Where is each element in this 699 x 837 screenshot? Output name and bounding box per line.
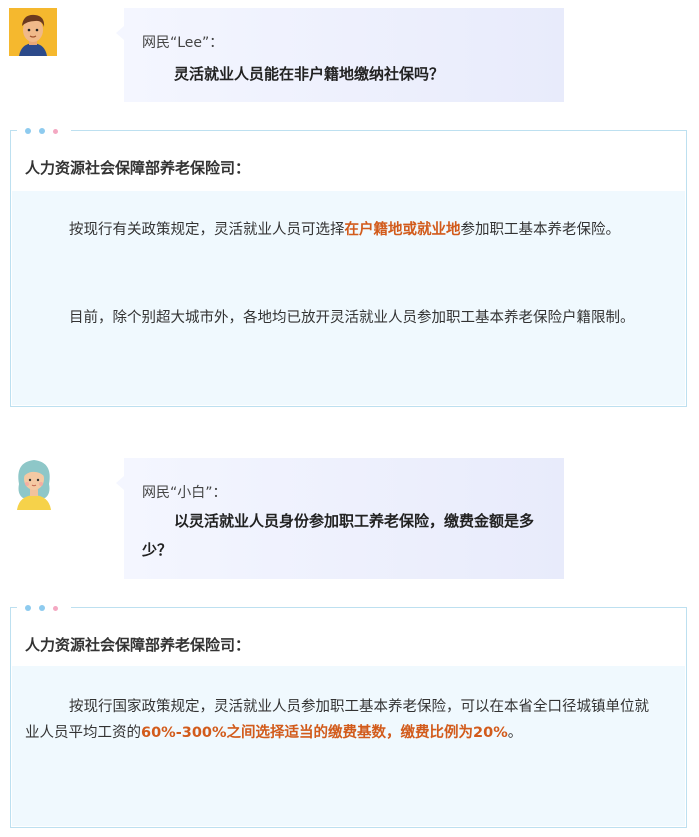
asker-name: 网民“Lee”：	[142, 35, 224, 51]
decorative-dots	[25, 605, 58, 611]
question-text: 灵活就业人员能在非户籍地缴纳社保吗？	[174, 65, 445, 83]
answer-paragraph: 目前，除个别超大城市外，各地均已放开灵活就业人员参加职工基本养老保险户籍限制。	[69, 310, 635, 326]
answer-author: 人力资源社会保障部养老保险司：	[25, 159, 251, 177]
answer-author: 人力资源社会保障部养老保险司：	[25, 636, 251, 654]
highlight-text: 60%-300%之间选择适当的缴费基数，缴费比例为20%	[141, 725, 508, 741]
highlight-text: 在户籍地或就业地	[344, 222, 461, 238]
answer-card: 人力资源社会保障部养老保险司： 按现行有关政策规定，灵活就业人员可选择在户籍地或…	[10, 128, 687, 407]
man-avatar-icon	[9, 8, 57, 56]
question-bubble: 网民“Lee”： 灵活就业人员能在非户籍地缴纳社保吗？	[116, 8, 564, 102]
question-bubble: 网民“小白”： 以灵活就业人员身份参加职工养老保险，缴费金额是多少？	[116, 458, 564, 579]
woman-avatar-icon	[9, 454, 59, 510]
question-text: 以灵活就业人员身份参加职工养老保险，缴费金额是多少？	[142, 512, 535, 559]
answer-body: 按现行有关政策规定，灵活就业人员可选择在户籍地或就业地参加职工基本养老保险。 目…	[12, 191, 685, 405]
answer-body: 按现行国家政策规定，灵活就业人员参加职工基本养老保险，可以在本省全口径城镇单位就…	[12, 666, 685, 826]
asker-name: 网民“小白”：	[142, 485, 227, 501]
answer-paragraph: 按现行国家政策规定，灵活就业人员参加职工基本养老保险，可以在本省全口径城镇单位就…	[25, 699, 649, 741]
answer-card: 人力资源社会保障部养老保险司： 按现行国家政策规定，灵活就业人员参加职工基本养老…	[10, 605, 687, 828]
answer-paragraph: 按现行有关政策规定，灵活就业人员可选择在户籍地或就业地参加职工基本养老保险。	[69, 222, 620, 238]
decorative-dots	[25, 128, 58, 134]
